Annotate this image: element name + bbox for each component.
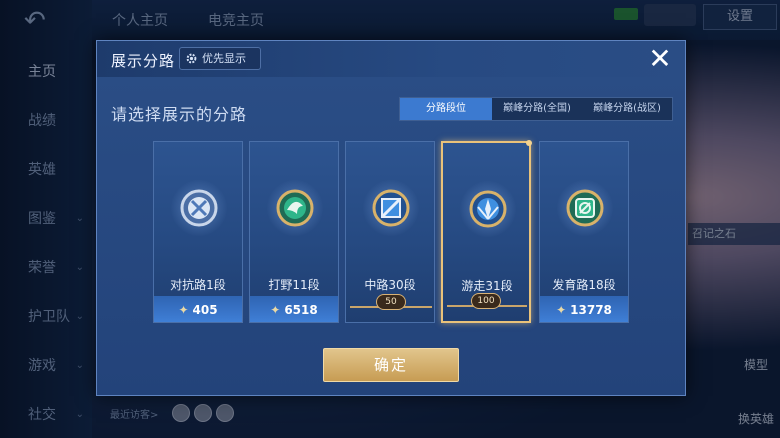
modal-title: 展示分路	[111, 52, 176, 70]
spark-icon: ✦	[178, 303, 189, 317]
lane-name: 游走31段	[461, 279, 513, 293]
lane-score: ✦ 405	[178, 303, 218, 317]
lane-card-jungle[interactable]: 打野11段 ✦ 6518	[249, 141, 339, 323]
lane-card-mid[interactable]: 中路30段 50	[345, 141, 435, 323]
close-icon[interactable]: ✕	[645, 45, 675, 75]
roam-icon	[469, 190, 507, 228]
confirm-button[interactable]: 确定	[323, 348, 459, 382]
lane-name: 打野11段	[268, 278, 320, 292]
lane-cards: 对抗路1段 ✦ 405 打野11段 ✦ 6518 中路30段 50 游走31段 …	[153, 140, 633, 325]
star-badge: 100	[471, 293, 501, 309]
modal-body: 请选择展示的分路 分路段位 巅峰分路(全国) 巅峰分路(战区) 对抗路1段 ✦ 4…	[97, 77, 685, 395]
lane-name: 对抗路1段	[170, 278, 226, 292]
farm-lane-icon	[566, 189, 604, 227]
lane-name: 中路30段	[364, 278, 416, 292]
modal-subtitle: 请选择展示的分路	[111, 105, 248, 124]
spark-icon: ✦	[556, 303, 567, 317]
badge-wing	[497, 305, 527, 307]
spark-icon: ✦	[270, 303, 281, 317]
lane-card-farm[interactable]: 发育路18段 ✦ 13778	[539, 141, 629, 323]
lane-type-tabs: 分路段位 巅峰分路(全国) 巅峰分路(战区)	[399, 97, 673, 121]
tab-lane-rank[interactable]: 分路段位	[400, 98, 492, 120]
gear-icon	[186, 53, 197, 64]
selected-indicator	[526, 140, 532, 146]
tab-peak-national[interactable]: 巅峰分路(全国)	[492, 98, 582, 120]
clash-lane-icon	[180, 189, 218, 227]
display-lane-modal: 展示分路 优先显示 ✕ 请选择展示的分路 分路段位 巅峰分路(全国) 巅峰分路(…	[96, 40, 686, 396]
lane-score: ✦ 13778	[556, 303, 612, 317]
badge-wing	[350, 306, 380, 308]
badge-wing	[402, 306, 432, 308]
lane-score: ✦ 6518	[270, 303, 318, 317]
mid-lane-icon	[372, 189, 410, 227]
modal-header: 展示分路 优先显示 ✕	[97, 41, 685, 77]
lane-card-clash[interactable]: 对抗路1段 ✦ 405	[153, 141, 243, 323]
jungle-icon	[276, 189, 314, 227]
lane-card-roam[interactable]: 游走31段 100	[441, 140, 532, 323]
lane-name: 发育路18段	[552, 278, 616, 292]
priority-display-button[interactable]: 优先显示	[179, 47, 261, 70]
star-badge: 50	[376, 294, 406, 310]
tab-peak-region[interactable]: 巅峰分路(战区)	[582, 98, 672, 120]
priority-display-label: 优先显示	[202, 52, 246, 65]
